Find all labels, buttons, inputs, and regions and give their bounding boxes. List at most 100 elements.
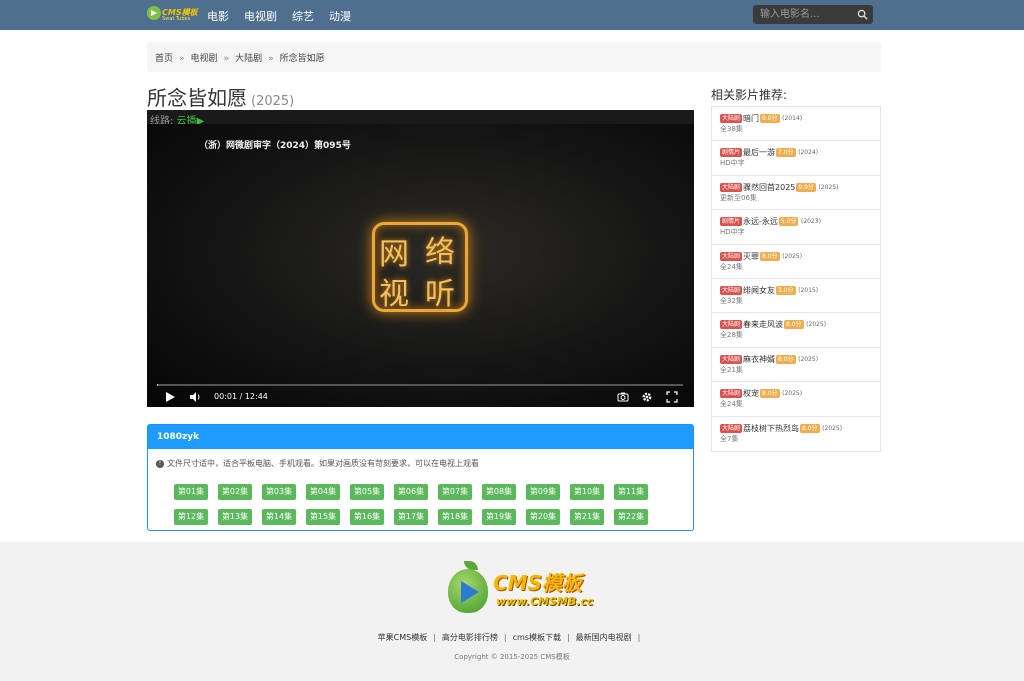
related-item-status: 全24集 <box>720 262 743 271</box>
footer-links: 苹果CMS模板 | 高分电影排行榜 | cms模板下载 | 最新国内电视剧 | <box>0 632 1024 643</box>
episode-button[interactable]: 第19集 <box>482 509 516 525</box>
nav-movie[interactable]: 电影 <box>207 8 229 24</box>
episode-button[interactable]: 第20集 <box>526 509 560 525</box>
score-badge: 8.0分 <box>784 320 804 330</box>
related-item[interactable]: 大陆剧 春来走风波 8.0分 (2025) 全28集 <box>712 313 880 348</box>
related-item-line: 大陆剧 权宠 8.0分 (2025) <box>720 388 880 399</box>
progress-fill <box>157 384 158 386</box>
episode-button[interactable]: 第15集 <box>306 509 340 525</box>
breadcrumb-tv[interactable]: 电视剧 <box>191 54 218 64</box>
footer-brand: CMS模板 <box>493 571 582 595</box>
breadcrumb-home[interactable]: 首页 <box>155 54 173 64</box>
related-item-title[interactable]: 绯闻女友 <box>743 286 775 295</box>
episode-button[interactable]: 第09集 <box>526 484 560 500</box>
related-list: 大陆剧 暗门 9.0分 (2014) 全38集 剧情片 最后一游 7.0分 (2024) HD… <box>711 106 881 452</box>
episode-button[interactable]: 第17集 <box>394 509 428 525</box>
related-item-title[interactable]: 春来走风波 <box>743 320 783 329</box>
episode-button[interactable]: 第08集 <box>482 484 516 500</box>
related-item-line: 大陆剧 春来走风波 8.0分 (2025) <box>720 319 880 330</box>
fullscreen-icon[interactable] <box>666 391 678 403</box>
category-badge: 大陆剧 <box>720 251 743 261</box>
episode-button[interactable]: 第06集 <box>394 484 428 500</box>
nav-tv[interactable]: 电视剧 <box>244 8 277 24</box>
related-item-line: 大陆剧 骤然回首2025 9.9分 (2025) <box>720 182 880 193</box>
license-text: （浙）网微剧审字（2024）第095号 <box>199 141 351 151</box>
search-icon[interactable] <box>857 9 868 20</box>
episode-button[interactable]: 第03集 <box>262 484 296 500</box>
footer-logo[interactable]: CMS模板 www.CMSMB.cc <box>448 561 593 619</box>
episode-button[interactable]: 第01集 <box>174 484 208 500</box>
episode-button[interactable]: 第14集 <box>262 509 296 525</box>
score-badge: 8.0分 <box>760 389 780 399</box>
related-item-line: 剧情片 永远-永远 5.0分 (2023) <box>720 216 880 227</box>
breadcrumb-mainland[interactable]: 大陆剧 <box>235 54 262 64</box>
nav-anime[interactable]: 动漫 <box>329 8 351 24</box>
category-badge: 大陆剧 <box>720 182 743 192</box>
play-icon[interactable] <box>164 391 176 403</box>
related-item-status: 全7集 <box>720 434 739 443</box>
related-item[interactable]: 大陆剧 权宠 8.0分 (2025) 全24集 <box>712 382 880 417</box>
episode-button[interactable]: 第10集 <box>570 484 604 500</box>
episode-button[interactable]: 第18集 <box>438 509 472 525</box>
related-item[interactable]: 剧情片 最后一游 7.0分 (2024) HD中字 <box>712 141 880 176</box>
site-logo[interactable]: CMS模板 Swat Tubes <box>147 4 198 24</box>
related-item[interactable]: 剧情片 永远-永远 5.0分 (2023) HD中字 <box>712 210 880 245</box>
related-item[interactable]: 大陆剧 绯闻女友 3.0分 (2015) 全32集 <box>712 279 880 314</box>
related-item-title[interactable]: 荔枝树下热烈岛 <box>743 424 799 433</box>
footer-link[interactable]: 苹果CMS模板 <box>378 633 428 642</box>
related-item-title[interactable]: 灭罪 <box>743 252 759 261</box>
related-item-line: 剧情片 最后一游 7.0分 (2024) <box>720 147 880 158</box>
progress-bar[interactable] <box>157 384 683 386</box>
related-item-title[interactable]: 骤然回首2025 <box>743 183 795 192</box>
related-item[interactable]: 大陆剧 灭罪 8.0分 (2025) 全24集 <box>712 245 880 279</box>
episode-button[interactable]: 第21集 <box>570 509 604 525</box>
score-badge: 3.0分 <box>776 285 796 295</box>
related-item-title[interactable]: 最后一游 <box>743 148 775 157</box>
search-input[interactable] <box>753 5 853 24</box>
category-badge: 大陆剧 <box>720 285 743 295</box>
play-logo-icon <box>461 581 479 603</box>
related-item-year: (2014) <box>782 115 803 122</box>
main-nav: 电影 电视剧 综艺 动漫 <box>207 8 366 24</box>
settings-gear-icon[interactable] <box>641 391 653 403</box>
volume-icon[interactable] <box>189 391 201 403</box>
episode-button[interactable]: 第12集 <box>174 509 208 525</box>
episode-button[interactable]: 第04集 <box>306 484 340 500</box>
play-logo-icon <box>151 10 157 16</box>
score-badge: 7.0分 <box>776 148 796 158</box>
video-player[interactable]: 线路: 云播▶ （浙）网微剧审字（2024）第095号 网 络 视 听 00:0… <box>147 110 694 407</box>
related-item-line: 大陆剧 麻衣神婿 8.0分 (2025) <box>720 354 880 365</box>
related-item-status: 全28集 <box>720 331 743 340</box>
related-item[interactable]: 大陆剧 骤然回首2025 9.9分 (2025) 更新至06集 <box>712 176 880 211</box>
related-item[interactable]: 大陆剧 暗门 9.0分 (2014) 全38集 <box>712 107 880 142</box>
episode-button[interactable]: 第11集 <box>614 484 648 500</box>
related-item-title[interactable]: 权宠 <box>743 389 759 398</box>
breadcrumb-separator: » <box>179 54 185 64</box>
footer-link[interactable]: 最新国内电视剧 <box>576 633 632 642</box>
episode-button[interactable]: 第22集 <box>614 509 648 525</box>
episode-button[interactable]: 第05集 <box>350 484 384 500</box>
related-item-status: 更新至06集 <box>720 193 757 202</box>
episode-button[interactable]: 第13集 <box>218 509 252 525</box>
footer-link[interactable]: cms模板下载 <box>513 633 561 642</box>
related-item-title[interactable]: 永远-永远 <box>743 217 778 226</box>
related-item-title[interactable]: 暗门 <box>743 114 759 123</box>
related-item-year: (2025) <box>782 390 803 398</box>
nav-variety[interactable]: 综艺 <box>292 8 314 24</box>
episode-button[interactable]: 第16集 <box>350 509 384 525</box>
category-badge: 剧情片 <box>720 148 743 158</box>
related-item[interactable]: 大陆剧 荔枝树下热烈岛 8.0分 (2025) 全7集 <box>712 417 880 451</box>
related-item[interactable]: 大陆剧 麻衣神婿 8.0分 (2025) 全21集 <box>712 348 880 383</box>
related-item-line: 大陆剧 灭罪 8.0分 (2025) <box>720 251 880 262</box>
related-item-line: 大陆剧 荔枝树下热烈岛 8.0分 (2025) <box>720 423 880 434</box>
score-badge: 9.0分 <box>760 114 780 123</box>
episode-button[interactable]: 第07集 <box>438 484 472 500</box>
copyright: Copyright © 2015-2025 CMS模板 <box>454 653 570 661</box>
episode-button[interactable]: 第02集 <box>218 484 252 500</box>
related-item-status: HD中字 <box>720 228 745 237</box>
screenshot-icon[interactable] <box>617 391 629 403</box>
related-item-title[interactable]: 麻衣神婿 <box>743 355 775 364</box>
footer-link[interactable]: 高分电影排行榜 <box>442 633 498 642</box>
title-year: (2025) <box>251 94 295 109</box>
video-frame[interactable]: （浙）网微剧审字（2024）第095号 网 络 视 听 <box>147 124 694 407</box>
